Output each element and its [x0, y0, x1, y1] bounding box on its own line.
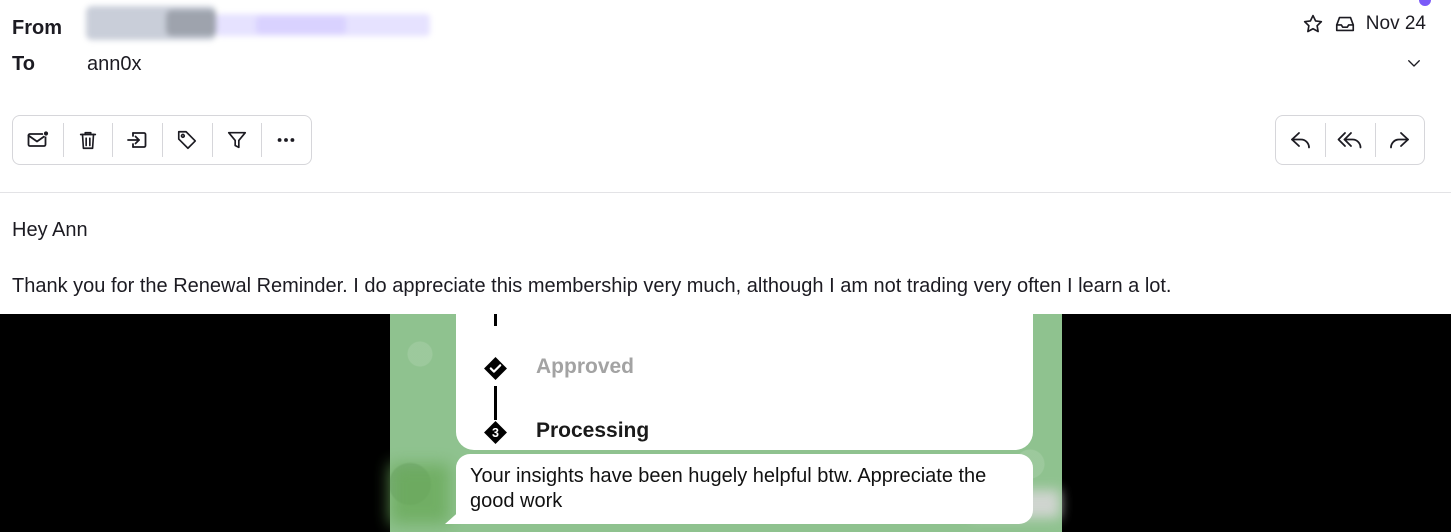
from-sender-redacted — [86, 4, 430, 42]
account-indicator-dot — [1419, 0, 1431, 6]
timeline-line — [494, 386, 497, 420]
move-to-button[interactable] — [112, 122, 162, 158]
from-label: From — [12, 17, 62, 39]
message-actions-toolbar — [12, 115, 312, 165]
blurred-avatar — [390, 464, 450, 524]
reply-button[interactable] — [1276, 122, 1325, 158]
mark-unread-button[interactable] — [13, 122, 63, 158]
chat-message-bubble: Your insights have been hugely helpful b… — [456, 454, 1033, 524]
step-label-approved: Approved — [536, 355, 635, 378]
label-button[interactable] — [162, 122, 212, 158]
forward-button[interactable] — [1374, 122, 1424, 158]
star-icon[interactable] — [1302, 13, 1324, 35]
chevron-down-icon[interactable] — [1405, 54, 1423, 72]
to-label: To — [12, 53, 35, 75]
forward-icon — [1387, 128, 1411, 152]
timeline-line — [494, 314, 497, 326]
more-icon — [275, 129, 297, 151]
check-step-icon — [484, 357, 507, 380]
step-three-icon: 3 — [484, 421, 507, 444]
message-paragraph: Thank you for the Renewal Reminder. I do… — [12, 275, 1172, 297]
more-actions-button[interactable] — [261, 122, 311, 158]
message-date: Nov 24 — [1365, 13, 1426, 34]
reply-toolbar — [1275, 115, 1425, 165]
delete-button[interactable] — [62, 122, 113, 158]
chat-background: Approved 3 Processing Your insights have… — [390, 314, 1062, 532]
tag-icon — [176, 129, 198, 151]
step-label-processing: Processing — [536, 419, 650, 442]
message-meta: Nov 24 — [1302, 13, 1426, 35]
filter-icon — [226, 129, 248, 151]
move-to-icon — [125, 128, 149, 152]
filter-button[interactable] — [211, 122, 262, 158]
reply-all-icon — [1337, 128, 1363, 152]
step-three-number: 3 — [492, 426, 499, 440]
to-recipient: ann0x — [87, 53, 142, 75]
reply-all-button[interactable] — [1325, 122, 1374, 158]
header-divider — [0, 192, 1451, 193]
status-timeline-card: Approved 3 Processing — [456, 314, 1033, 450]
message-greeting: Hey Ann — [12, 219, 88, 241]
inbox-icon[interactable] — [1334, 13, 1356, 35]
mark-unread-icon — [26, 128, 50, 152]
reply-icon — [1289, 128, 1313, 152]
embedded-screenshot-image: Approved 3 Processing Your insights have… — [0, 314, 1451, 532]
delete-icon — [77, 129, 99, 151]
